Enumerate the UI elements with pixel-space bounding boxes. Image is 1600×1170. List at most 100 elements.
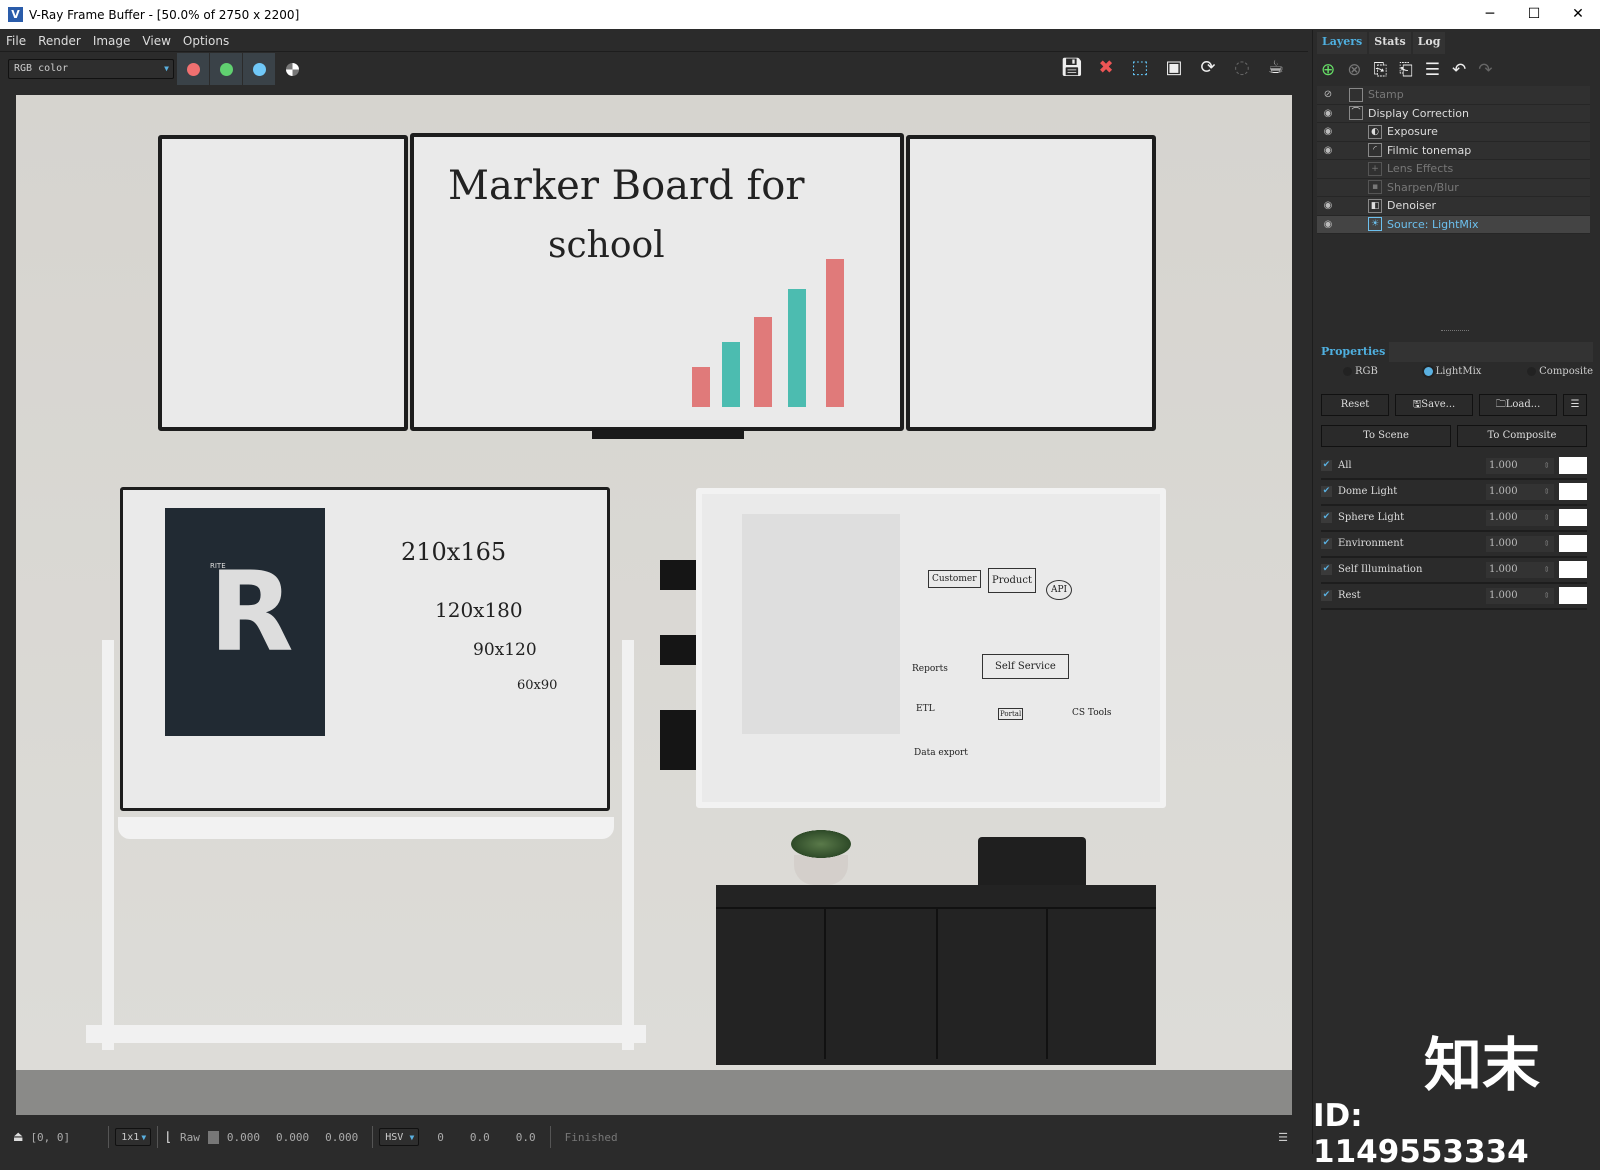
save-layers-icon[interactable]: ⎘ [1374,60,1388,80]
intensity-spinner[interactable]: 1.000 [1486,483,1554,500]
center-board: Marker Board for school [410,133,904,431]
layer-label: Display Correction [1368,106,1469,120]
light-row-all: ✔ All 1.000 [1321,454,1587,480]
menu-image[interactable]: Image [87,34,137,48]
pen-tray [118,817,614,839]
plant [791,830,851,858]
add-layer-icon[interactable]: ⊕ [1321,60,1335,80]
stand-leg [622,640,634,1050]
layer-denoiser[interactable]: ◉ ◧ Denoiser [1317,197,1590,216]
render-viewport[interactable]: Marker Board for school R RITE 210x165 1… [16,95,1292,1115]
layer-label: Stamp [1368,88,1404,102]
title-bar: V V-Ray Frame Buffer - [50.0% of 2750 x … [0,0,1600,29]
color-swatch[interactable] [1559,457,1587,475]
layer-lens-effects[interactable]: + Lens Effects [1317,160,1590,179]
intensity-spinner[interactable]: 1.000 [1486,509,1554,526]
close-button[interactable]: ✕ [1556,0,1600,29]
color-swatch[interactable] [1559,509,1587,527]
render-teapot-icon[interactable]: ☕︎ [1264,56,1288,80]
checkbox[interactable]: ✔ [1321,564,1332,576]
eye-icon[interactable]: ◉ [1317,126,1339,137]
alpha-channel-button[interactable] [276,53,308,85]
layer-source-lightmix[interactable]: ◉ ☀ Source: LightMix [1317,215,1590,234]
exposure-icon: ◐ [1368,124,1382,139]
properties-heading: Properties [1321,345,1386,358]
load-button[interactable]: 🗀︎Load... [1479,394,1557,416]
checkbox[interactable]: ✔ [1321,512,1332,524]
save-button[interactable]: 🖫︎Save... [1395,394,1473,416]
red-channel-button[interactable] [177,53,209,85]
options-menu-button[interactable]: ☰ [1563,394,1587,416]
curve-icon: ⌒ [1349,106,1363,121]
curve-icon[interactable]: ⌊ [164,1130,172,1145]
undo-icon[interactable]: ↶ [1452,60,1466,80]
layer-filmic-tonemap[interactable]: ◉ ◜ Filmic tonemap [1317,141,1590,160]
menu-options[interactable]: Options [177,34,235,48]
layer-stamp[interactable]: ⊘ Stamp [1317,86,1590,105]
maximize-button[interactable]: ☐ [1512,0,1556,29]
eye-off-icon[interactable]: ⊘ [1317,89,1339,100]
load-layers-icon[interactable]: ⎗ [1399,60,1413,80]
menu-view[interactable]: View [136,34,176,48]
window-title: V-Ray Frame Buffer - [50.0% of 2750 x 22… [29,7,300,22]
layer-display-correction[interactable]: ◉ ⌒ Display Correction [1317,104,1590,123]
eye-icon[interactable]: ◉ [1317,219,1339,230]
reset-button[interactable]: Reset [1321,394,1389,416]
region-render-icon[interactable]: ⬚ [1128,56,1152,80]
delete-layer-icon[interactable]: ⊗ [1347,60,1361,80]
green-channel-button[interactable] [210,53,242,85]
checkbox[interactable]: ✔ [1321,590,1332,602]
mode-lightmix-radio[interactable]: LightMix [1423,366,1481,377]
intensity-spinner[interactable]: 1.000 [1486,561,1554,578]
color-swatch[interactable] [1559,587,1587,605]
color-swatch[interactable] [1559,483,1587,501]
intensity-spinner[interactable]: 1.000 [1486,457,1554,474]
lock-cursor-icon[interactable]: ⏏ [14,1129,22,1145]
intensity-spinner[interactable]: 1.000 [1486,587,1554,604]
drawn-bar [754,317,772,407]
mode-composite-radio[interactable]: Composite [1527,366,1593,377]
mode-rgb-radio[interactable]: RGB [1343,366,1378,377]
poster-text: RITE [210,562,226,570]
eye-icon[interactable]: ◉ [1317,108,1339,119]
panel-toggle-icon[interactable]: ☰ [1278,1131,1288,1144]
stop-render-icon[interactable]: ◌ [1230,56,1254,80]
color-mode-select[interactable]: HSV ▼ [379,1128,420,1146]
color-swatch[interactable] [1559,535,1587,553]
layer-label: Exposure [1387,125,1438,139]
light-row-self-illumination: ✔ Self Illumination 1.000 [1321,558,1587,584]
checkbox[interactable]: ✔ [1321,538,1332,550]
menu-file[interactable]: File [0,34,32,48]
menu-render[interactable]: Render [32,34,87,48]
r-value: 0.000 [226,1130,261,1144]
checkbox[interactable]: ✔ [1321,460,1332,472]
layer-sharpen-blur[interactable]: ▪ Sharpen/Blur [1317,178,1590,197]
clear-image-icon[interactable]: ✖ [1094,56,1118,80]
eye-icon[interactable]: ◉ [1317,200,1339,211]
channel-select[interactable]: RGB color ▼ [8,59,174,79]
splitter-handle[interactable] [1441,330,1469,333]
save-image-icon[interactable]: 💾︎ [1060,56,1084,80]
track-mouse-icon[interactable]: ▣ [1162,56,1186,80]
diagram-label: Reports [912,664,948,674]
intensity-spinner[interactable]: 1.000 [1486,535,1554,552]
tab-log[interactable]: Log [1412,32,1446,54]
eye-icon[interactable]: ◉ [1317,145,1339,156]
raw-label: Raw [180,1130,200,1144]
redo-icon[interactable]: ↷ [1478,60,1492,80]
tab-stats[interactable]: Stats [1369,32,1411,54]
sample-size-select[interactable]: 1x1 ▼ [115,1128,152,1146]
interactive-render-icon[interactable]: ⟳ [1196,56,1220,80]
layer-exposure[interactable]: ◉ ◐ Exposure [1317,123,1590,142]
diagram-node: Customer [928,570,981,588]
minimize-button[interactable]: ─ [1468,0,1512,29]
checkbox[interactable]: ✔ [1321,486,1332,498]
stand-leg [102,640,114,1050]
layer-list-icon[interactable]: ☰ [1425,60,1440,80]
color-swatch[interactable] [1559,561,1587,579]
tab-layers[interactable]: Layers [1317,32,1368,54]
blue-channel-button[interactable] [243,53,275,85]
to-composite-button[interactable]: To Composite [1457,425,1587,447]
vray-app-icon: V [8,7,23,22]
to-scene-button[interactable]: To Scene [1321,425,1451,447]
